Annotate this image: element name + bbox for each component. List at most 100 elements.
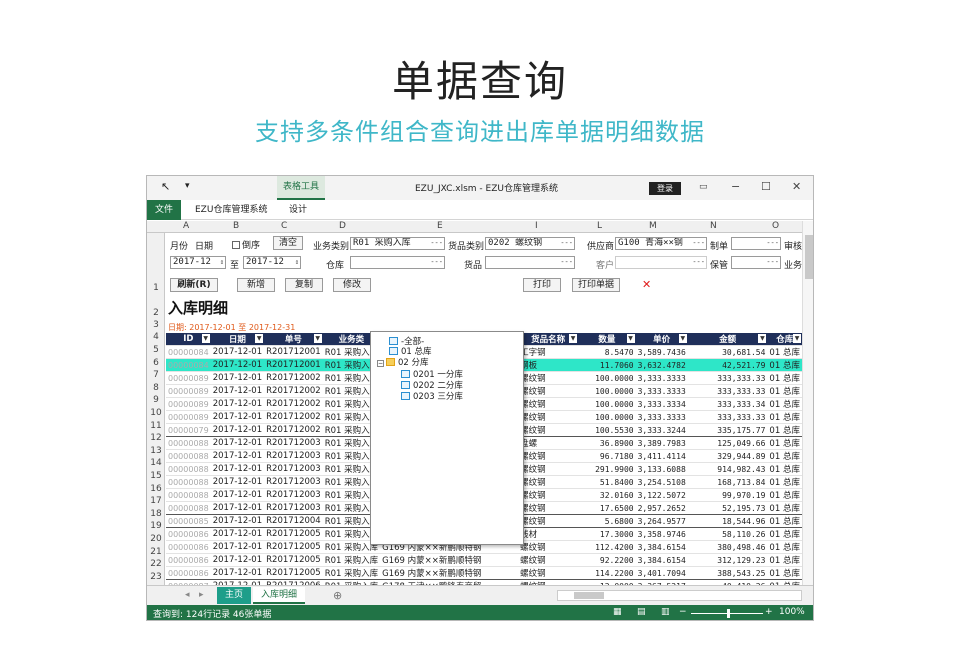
table-cell[interactable]: 3,122.5072 [635, 488, 688, 503]
dropdown-icon[interactable]: --- [766, 238, 779, 249]
table-cell[interactable]: 100.0000 [578, 384, 636, 399]
table-cell[interactable]: G169 内蒙××新鹏顺特钢 [380, 566, 519, 581]
table-cell[interactable]: 螺纹钢 [518, 423, 579, 438]
table-cell[interactable]: 00000084 [166, 358, 211, 373]
table-cell[interactable]: 螺纹钢 [518, 410, 579, 425]
print-button[interactable]: 打印 [523, 278, 561, 292]
print-document-button[interactable]: 打印单据 [572, 278, 620, 292]
table-cell[interactable]: R201712002 [264, 371, 323, 386]
table-cell[interactable]: 00000086 [166, 540, 211, 555]
row-number[interactable]: 23 [147, 572, 165, 582]
header-unit-price[interactable]: 单价 ▼ [635, 333, 688, 347]
page-layout-icon[interactable]: ▤ [637, 607, 646, 617]
table-cell[interactable]: 100.0000 [578, 371, 636, 386]
table-cell[interactable]: 01 总库 [767, 540, 802, 555]
table-cell[interactable]: 36.8900 [578, 436, 636, 451]
table-cell[interactable]: 2017-12-01 [210, 410, 265, 425]
table-cell[interactable]: R201712002 [264, 384, 323, 399]
maker-select[interactable]: --- [731, 237, 781, 250]
table-cell[interactable]: 3,389.7983 [635, 436, 688, 451]
table-cell[interactable]: 3,333.3334 [635, 397, 688, 412]
table-cell[interactable]: 01 总库 [767, 410, 802, 425]
row-number[interactable]: 5 [147, 345, 165, 355]
table-cell[interactable]: 盘螺 [518, 436, 579, 451]
table-cell[interactable]: 5.6800 [578, 514, 636, 529]
table-cell[interactable]: 工字钢 [518, 345, 579, 360]
table-cell[interactable]: 3,411.4114 [635, 449, 688, 464]
table-cell[interactable]: 2017-12-01 [210, 384, 265, 399]
horizontal-scrollbar[interactable] [557, 590, 802, 601]
table-cell[interactable]: R201712005 [264, 566, 323, 581]
table-cell[interactable]: R201712002 [264, 423, 323, 438]
table-cell[interactable]: R201712002 [264, 410, 323, 425]
table-cell[interactable]: 螺纹钢 [518, 449, 579, 464]
row-number[interactable]: 22 [147, 559, 165, 569]
maximize-icon[interactable]: ☐ [761, 180, 771, 193]
table-cell[interactable]: 01 总库 [767, 371, 802, 386]
delete-icon[interactable]: ✕ [642, 278, 651, 291]
customer-select[interactable]: --- [615, 256, 707, 269]
table-cell[interactable]: 螺纹钢 [518, 501, 579, 516]
header-item-name[interactable]: 货品名称 ▼ [518, 333, 579, 347]
table-cell[interactable]: 30,681.54 [687, 345, 768, 360]
row-number[interactable]: 7 [147, 370, 165, 380]
row-number[interactable]: 20 [147, 534, 165, 544]
row-number[interactable]: 10 [147, 408, 165, 418]
table-cell[interactable]: 2017-12-01 [210, 436, 265, 451]
col-a[interactable]: A [183, 221, 189, 231]
table-cell[interactable]: R201712003 [264, 488, 323, 503]
dropdown-icon[interactable]: --- [766, 257, 779, 268]
ribbon-display-icon[interactable]: ▭ [699, 182, 708, 192]
dropdown-icon[interactable]: --- [430, 238, 443, 249]
table-cell[interactable]: 380,498.46 [687, 540, 768, 555]
table-cell[interactable]: 112.4200 [578, 540, 636, 555]
page-break-icon[interactable]: ▥ [661, 607, 670, 617]
table-cell[interactable]: 58,110.26 [687, 527, 768, 542]
sheet-tab-home[interactable]: 主页 [217, 587, 252, 604]
table-cell[interactable]: 00000086 [166, 553, 211, 568]
table-cell[interactable]: 99,970.19 [687, 488, 768, 503]
table-cell[interactable]: 3,589.7436 [635, 345, 688, 360]
table-cell[interactable]: 3,333.3244 [635, 423, 688, 438]
table-cell[interactable]: 3,384.6154 [635, 553, 688, 568]
table-cell[interactable]: 01 总库 [767, 527, 802, 542]
table-cell[interactable]: 00000079 [166, 423, 211, 438]
table-cell[interactable]: 2017-12-01 [210, 449, 265, 464]
date-from-input[interactable]: 2017-12 ⇕ [170, 256, 226, 269]
table-cell[interactable]: 96.7180 [578, 449, 636, 464]
col-m[interactable]: M [649, 221, 657, 231]
table-cell[interactable]: R201712005 [264, 540, 323, 555]
dropdown-icon[interactable]: --- [692, 257, 705, 268]
table-cell[interactable]: R01 采购入库 [322, 553, 381, 568]
row-number[interactable]: 14 [147, 458, 165, 468]
table-cell[interactable]: 3,632.4782 [635, 358, 688, 373]
table-cell[interactable]: 3,401.7094 [635, 566, 688, 581]
table-cell[interactable]: 线材 [518, 527, 579, 542]
table-cell[interactable]: 00000088 [166, 488, 211, 503]
tree-node-branch-3[interactable]: 0203 三分库 [401, 390, 463, 402]
col-l[interactable]: L [597, 221, 602, 231]
clear-button[interactable]: 清空 [273, 236, 303, 250]
spinner-icon[interactable]: ⇕ [220, 257, 224, 268]
row-number[interactable]: 17 [147, 496, 165, 506]
table-cell[interactable]: 914,982.43 [687, 462, 768, 477]
table-cell[interactable]: R201712003 [264, 501, 323, 516]
header-quantity[interactable]: 数量 ▼ [578, 333, 636, 347]
supplier-select[interactable]: G100 青海××钢 --- [615, 237, 707, 250]
keeper-select[interactable]: --- [731, 256, 781, 269]
row-number[interactable]: 6 [147, 358, 165, 368]
table-cell[interactable]: 3,333.3333 [635, 384, 688, 399]
table-cell[interactable]: 3,133.6088 [635, 462, 688, 477]
col-b[interactable]: B [233, 221, 239, 231]
table-cell[interactable]: 2017-12-01 [210, 345, 265, 360]
table-cell[interactable]: 11.7060 [578, 358, 636, 373]
business-type-select[interactable]: R01 采购入库 --- [350, 237, 445, 250]
col-e[interactable]: E [437, 221, 443, 231]
table-cell[interactable]: 32.0160 [578, 488, 636, 503]
row-number[interactable]: 18 [147, 509, 165, 519]
table-cell[interactable]: 168,713.84 [687, 475, 768, 490]
table-cell[interactable]: 100.0000 [578, 397, 636, 412]
table-cell[interactable]: 2017-12-01 [210, 397, 265, 412]
header-id[interactable]: ID ▼ [166, 333, 211, 347]
table-cell[interactable]: 01 总库 [767, 514, 802, 529]
